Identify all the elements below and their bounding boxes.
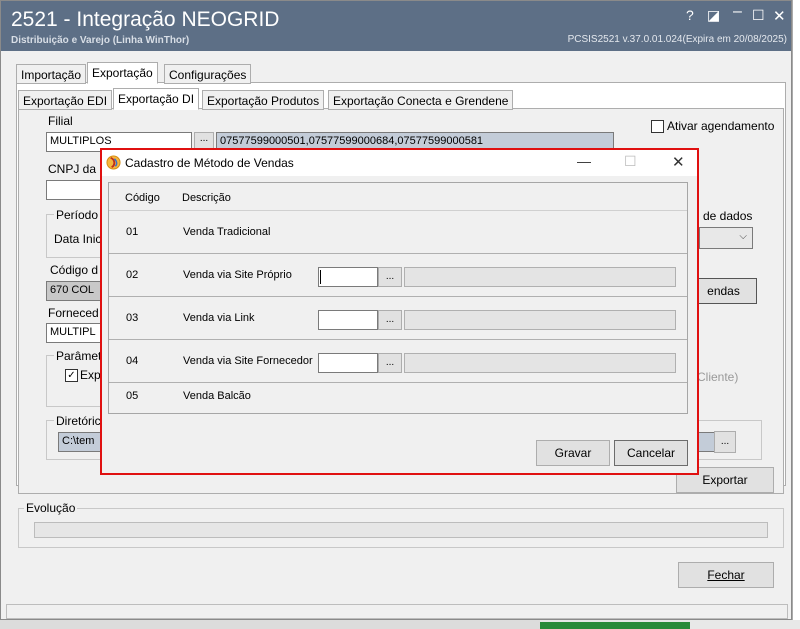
dialog-title-bar: Cadastro de Método de Vendas — ☐ ✕: [102, 150, 697, 176]
table-row: 03 Venda via Link ...: [109, 298, 687, 340]
base-dados-select[interactable]: ⌵: [699, 227, 753, 249]
dialog-title: Cadastro de Método de Vendas: [125, 156, 294, 170]
link-display: [404, 310, 676, 330]
site-fornecedor-display: [404, 353, 676, 373]
exp-checkbox[interactable]: ✓: [65, 369, 78, 382]
link-lookup-button[interactable]: ...: [378, 310, 402, 330]
fornecedor-label: Forneced: [48, 306, 99, 320]
vendas-button[interactable]: endas: [690, 278, 757, 304]
sub-tabs: Exportação EDI Exportação DI Exportação …: [18, 88, 618, 110]
tab-exportacao-conecta[interactable]: Exportação Conecta e Grendene: [328, 90, 514, 110]
taskbar-green-item: [540, 622, 690, 629]
tab-exportacao-edi[interactable]: Exportação EDI: [18, 90, 113, 110]
table-row: 02 Venda via Site Próprio ...: [109, 255, 687, 297]
site-fornecedor-lookup-button[interactable]: ...: [378, 353, 402, 373]
parametros-label: Parâmet: [54, 349, 104, 363]
text-cursor: [320, 270, 321, 284]
cnpj-input[interactable]: [46, 180, 106, 200]
column-header-descricao: Descrição: [182, 192, 231, 204]
table-row: 05 Venda Balcão: [109, 384, 687, 414]
row-codigo: 05: [126, 390, 139, 402]
tab-exportacao-produtos[interactable]: Exportação Produtos: [202, 90, 325, 110]
top-tabs: Importação Exportação Configurações: [16, 62, 316, 84]
row-codigo: 04: [126, 355, 139, 367]
link-input[interactable]: [318, 310, 378, 330]
close-icon[interactable]: ✕: [773, 7, 786, 25]
tab-exportacao[interactable]: Exportação: [87, 62, 158, 84]
fornecedor-input[interactable]: MULTIPL: [46, 323, 106, 343]
dialog-maximize-icon[interactable]: ☐: [624, 153, 637, 170]
tab-configuracoes[interactable]: Configurações: [164, 64, 252, 84]
column-header-codigo: Código: [125, 192, 160, 204]
minimize-icon[interactable]: –: [733, 3, 742, 21]
exp-checkbox-label: Exp: [80, 368, 101, 382]
agendamento-checkbox[interactable]: [651, 120, 664, 133]
row-codigo: 03: [126, 312, 139, 324]
cliente-text: Cliente): [697, 370, 739, 384]
row-descricao: Venda Balcão: [183, 390, 251, 402]
metodo-vendas-grid: Código Descrição 01 Venda Tradicional 02…: [108, 182, 688, 414]
app-subtitle: Distribuição e Varejo (Linha WinThor): [11, 35, 190, 46]
row-descricao: Venda via Link: [183, 312, 255, 324]
site-fornecedor-input[interactable]: [318, 353, 378, 373]
agendamento-label: Ativar agendamento: [667, 119, 775, 133]
help-icon[interactable]: ?: [686, 7, 694, 23]
app-title: 2521 - Integração NEOGRID: [11, 8, 280, 31]
status-bar: [6, 604, 788, 619]
title-bar: 2521 - Integração NEOGRID Distribuição e…: [1, 1, 791, 51]
progress-bar: [34, 522, 768, 538]
metodo-vendas-dialog: Cadastro de Método de Vendas — ☐ ✕ Códig…: [100, 148, 699, 475]
chevron-down-icon: ⌵: [739, 231, 747, 242]
codigo-label: Código d: [50, 263, 99, 277]
table-row: 04 Venda via Site Fornecedor ...: [109, 341, 687, 383]
tab-importacao[interactable]: Importação: [16, 64, 87, 84]
data-inicio-label: Data Inic: [54, 232, 102, 246]
table-row: 01 Venda Tradicional: [109, 212, 687, 254]
cancelar-button[interactable]: Cancelar: [614, 440, 688, 466]
diretorio-browse-button[interactable]: ...: [714, 431, 736, 453]
site-proprio-display: [404, 267, 676, 287]
evolucao-label: Evolução: [24, 501, 78, 515]
gravar-button[interactable]: Gravar: [536, 440, 610, 466]
codigo-input[interactable]: 670 COL: [46, 281, 106, 301]
maximize-icon[interactable]: ☐: [752, 7, 765, 24]
cnpj-label: CNPJ da: [48, 162, 97, 176]
edit-icon[interactable]: ◪: [707, 7, 720, 24]
fechar-button[interactable]: Fechar: [678, 562, 774, 588]
dialog-minimize-icon[interactable]: —: [577, 153, 591, 169]
app-logo-icon: [106, 155, 121, 170]
row-codigo: 01: [126, 226, 139, 238]
grid-header: Código Descrição: [109, 183, 687, 211]
filial-label: Filial: [48, 114, 73, 128]
row-descricao: Venda via Site Próprio: [183, 269, 292, 281]
row-descricao: Venda via Site Fornecedor: [183, 355, 313, 367]
periodo-label: Período: [54, 208, 101, 222]
row-descricao: Venda Tradicional: [183, 226, 271, 238]
background-window-strip: [792, 0, 800, 629]
base-dados-label: de dados: [703, 209, 753, 223]
tab-exportacao-di[interactable]: Exportação DI: [113, 88, 200, 110]
dialog-close-icon[interactable]: ✕: [672, 153, 685, 171]
version-text: PCSIS2521 v.37.0.01.024(Expira em 20/08/…: [567, 34, 787, 45]
row-codigo: 02: [126, 269, 139, 281]
site-proprio-input[interactable]: [318, 267, 378, 287]
diretorio-label: Diretóric: [54, 414, 103, 428]
fechar-label: Fechar: [707, 568, 745, 582]
site-proprio-lookup-button[interactable]: ...: [378, 267, 402, 287]
